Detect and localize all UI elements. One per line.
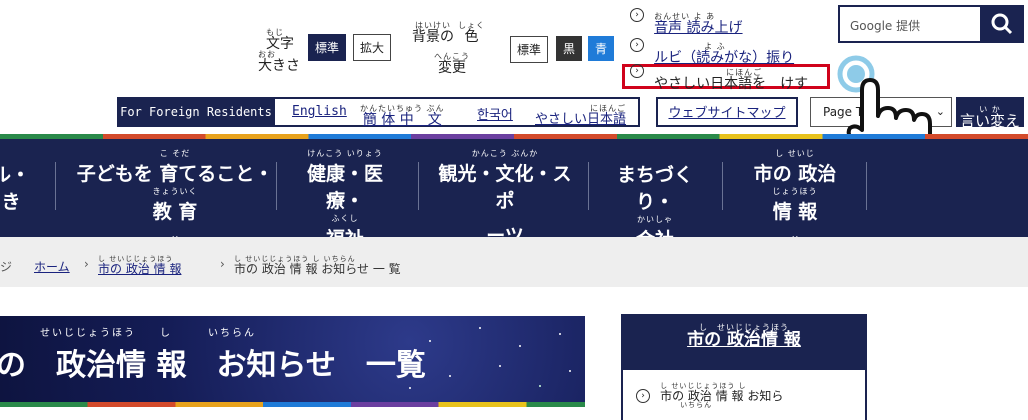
side-menu-header[interactable]: し せいじじょうほう 市の 政治情 報 [621, 314, 867, 370]
nav-item-2-ruby1: けんこう いりょう [307, 149, 383, 158]
font-size-text-1: 文字 [266, 36, 294, 52]
chevron-right-icon: › [636, 389, 650, 403]
foreign-residents-label: For Foreign Residents [117, 97, 275, 127]
nav-item-3-line1: 観光・文化・スポ [438, 163, 572, 212]
nav-item-childcare[interactable]: こ そだ 子どもを 育てること・ きょういく 教 育 ⌄ [70, 148, 280, 242]
nav-item-0-line2: き [1, 191, 21, 213]
nav-item-1-line1: 子どもを 育てること・ [76, 163, 274, 185]
nav-divider [588, 162, 589, 210]
nav-item-5-ruby2: じょうほう [772, 187, 818, 196]
font-standard-button[interactable]: 標準 [308, 34, 347, 61]
nav-item-2-ruby2: ふくし [331, 214, 359, 223]
read-aloud-link[interactable]: › おんせい よ あ音声 読み上げ [630, 4, 743, 35]
korean-link[interactable]: 한국어 [477, 104, 513, 123]
page-title-ruby: せいじじょうほう し いちらん [40, 328, 256, 339]
page-title-banner: せいじじょうほう し いちらん の 政治情 報 お知らせ 一覧 [0, 316, 585, 402]
nav-item-2-line1: 健康・医療・ [306, 163, 383, 212]
chinese-link[interactable]: かんたいちゅう ぶん簡 体 中 文 [360, 96, 445, 128]
search-icon [991, 13, 1013, 35]
nav-item-1-ruby1: こ そだ [159, 149, 191, 158]
font-large-button[interactable]: 拡大 [353, 34, 392, 61]
nav-item-politics[interactable]: し せいじ 市の 政治 じょうほう 情 報 ⌄ [740, 148, 850, 242]
nav-item-0-line1: ル・ [0, 164, 31, 186]
color-black-button[interactable]: 黒 [556, 36, 583, 61]
nav-item-5-ruby1: し せいじ [775, 149, 815, 158]
color-blue-button[interactable]: 青 [588, 36, 615, 61]
side-header-text[interactable]: 市の 政治情 報 [687, 332, 801, 349]
nav-divider [55, 162, 56, 210]
breadcrumb-home-link[interactable]: ホーム [34, 258, 70, 275]
easy-japanese-lang-link[interactable]: にほんご やさしい日本語 [535, 96, 626, 127]
breadcrumb-crumb2: 市の 政治 情 報 お知らせ 一 覧 [234, 262, 401, 276]
nav-divider [722, 162, 723, 210]
color-text-2: 色 [464, 29, 479, 45]
translate-text: 言い変え [959, 112, 1020, 130]
search-input[interactable]: Google 提供 [838, 5, 982, 43]
search-button[interactable] [982, 5, 1024, 43]
sitemap-link[interactable]: ウェブサイトマップ [656, 97, 798, 127]
chevron-right-icon: › [630, 37, 644, 52]
nav-item-1-ruby2: きょういく [152, 187, 198, 196]
nav-divider [276, 162, 277, 210]
nav-item-1-line2: 教 育 [152, 201, 198, 223]
chevron-right-icon: › [630, 7, 644, 22]
chinese-text[interactable]: 簡 体 中 文 [363, 113, 442, 127]
read-aloud-text[interactable]: 音声 読み上げ [654, 21, 742, 35]
nav-divider [418, 162, 419, 210]
nav-item-0[interactable]: ル・ き [0, 160, 30, 214]
page-title: の 政治情 報 お知らせ 一覧 [0, 348, 426, 383]
easy-japanese-link[interactable]: › にほんご やさしい日本語を けす [630, 60, 808, 91]
sitemap-text[interactable]: ウェブサイトマップ [668, 106, 785, 121]
nav-divider [866, 162, 867, 210]
color-label: はいけい 背景の しょく色 へんこう 変更 [412, 22, 485, 76]
chevron-right-icon: › [630, 63, 644, 78]
font-size-text-2: 大きさ [258, 58, 300, 74]
nav-item-5-line1: 市の 政治 [753, 163, 837, 185]
english-link[interactable]: English [292, 104, 347, 119]
nav-item-5-line2: 情 報 [772, 201, 818, 223]
breadcrumb-separator: › [220, 257, 225, 271]
easy-lang-text[interactable]: やさしい日本語 [535, 113, 626, 126]
color-standard-button[interactable]: 標準 [510, 36, 549, 63]
easy-japanese-text[interactable]: やさしい日本語を けす [654, 77, 808, 91]
side-item-ruby-2: いちらん [680, 401, 713, 409]
breadcrumb-crumb1[interactable]: 市の 政治 情 報 [98, 263, 181, 275]
color-text-3: 変更 [438, 60, 466, 76]
nav-item-4-ruby2: かいしゃ [637, 215, 673, 224]
title-color-stripe [0, 402, 585, 407]
side-item-text[interactable]: 市の 政治 情 報 お知ら [660, 390, 783, 402]
breadcrumb-politics-link[interactable]: し せいじじょうほう 市の 政治 情 報 [98, 246, 181, 276]
breadcrumb-prefix: ジ [0, 260, 13, 274]
color-text: 背景の [412, 29, 454, 45]
search-placeholder: Google 提供 [850, 19, 921, 33]
breadcrumb-separator: › [84, 257, 89, 271]
nav-item-4-line1: まちづくり・ [616, 164, 693, 213]
nav-item-3-ruby1: かんこう ぶんか [471, 149, 539, 158]
side-menu-item[interactable]: › し せいじじょうほう し市の 政治 情 報 お知ら いちらん [636, 383, 783, 409]
breadcrumb-current: し せいじじょうほう し いちらん 市の 政治 情 報 お知らせ 一 覧 [234, 246, 401, 276]
font-size-label: もじ 文字 おお 大きさ [258, 20, 300, 74]
translate-button[interactable]: い か言い変え [956, 97, 1024, 130]
